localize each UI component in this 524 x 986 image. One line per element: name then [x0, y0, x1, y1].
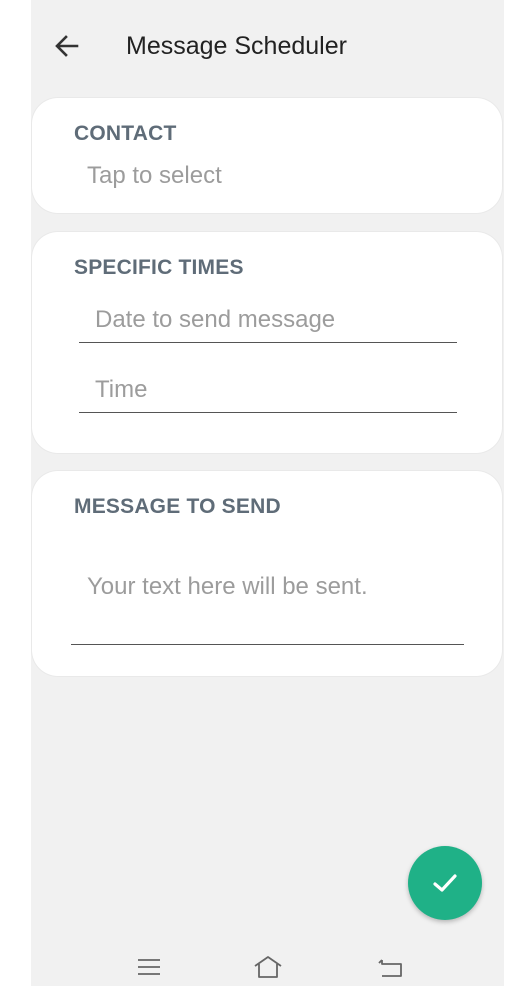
- specific-times-card: SPECIFIC TIMES Date to send message Time: [32, 232, 502, 453]
- time-placeholder: Time: [95, 376, 148, 403]
- page-title: Message Scheduler: [126, 32, 347, 60]
- contact-section-title: CONTACT: [74, 122, 177, 145]
- date-field[interactable]: Date to send message: [79, 298, 457, 343]
- back-icon: [378, 959, 402, 977]
- confirm-button[interactable]: [408, 846, 482, 920]
- message-card: MESSAGE TO SEND Your text here will be s…: [32, 471, 502, 676]
- contact-card: CONTACT Tap to select: [32, 98, 502, 213]
- message-field[interactable]: Your text here will be sent.: [71, 563, 464, 645]
- app-bar: Message Scheduler: [31, 0, 504, 90]
- checkmark-icon: [433, 874, 457, 892]
- system-navigation-bar: [31, 945, 504, 986]
- contact-select[interactable]: Tap to select: [87, 162, 222, 190]
- date-placeholder: Date to send message: [95, 306, 336, 333]
- message-placeholder: Your text here will be sent.: [87, 573, 368, 600]
- message-section-title: MESSAGE TO SEND: [74, 495, 281, 518]
- screen: Message Scheduler CONTACT Tap to select …: [31, 0, 504, 986]
- back-button[interactable]: [51, 30, 83, 62]
- home-icon: [254, 956, 282, 978]
- nav-home-button[interactable]: [252, 953, 282, 981]
- nav-menu-button[interactable]: [134, 953, 164, 981]
- nav-back-button[interactable]: [376, 953, 406, 981]
- specific-times-section-title: SPECIFIC TIMES: [74, 256, 244, 279]
- arrow-left-icon: [55, 35, 79, 57]
- menu-icon: [138, 959, 160, 975]
- time-field[interactable]: Time: [79, 368, 457, 413]
